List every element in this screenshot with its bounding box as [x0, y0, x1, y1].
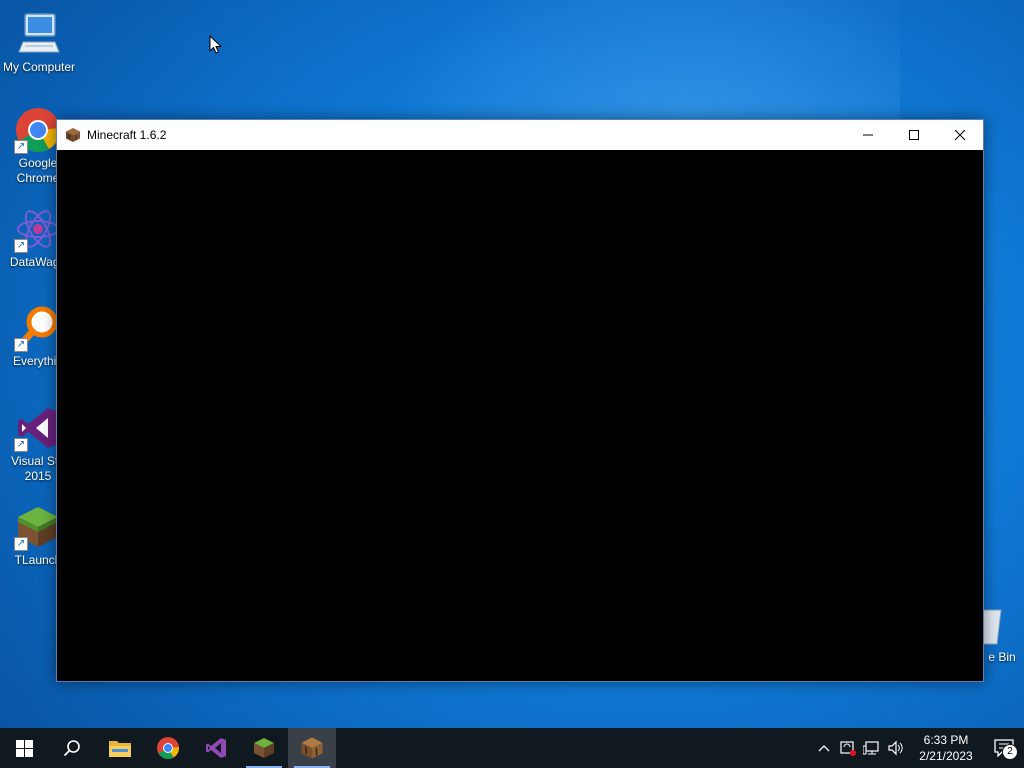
system-tray: 6:33 PM 2/21/2023 2	[812, 728, 1024, 768]
minecraft-window[interactable]: Minecraft 1.6.2	[56, 119, 984, 682]
shortcut-arrow-icon: ↗	[14, 239, 28, 253]
maximize-icon	[909, 130, 919, 140]
chrome-icon: ↗	[14, 106, 62, 154]
visual-studio-icon	[206, 738, 226, 758]
everything-search-icon: ↗	[14, 304, 62, 352]
taskbar-visual-studio[interactable]	[192, 728, 240, 768]
tray-volume-button[interactable]	[884, 728, 908, 768]
desktop-icon-label: My Computer	[2, 60, 76, 74]
minimize-icon	[863, 134, 873, 136]
network-icon	[863, 741, 879, 755]
grass-block-icon	[254, 738, 274, 758]
windows-logo-icon	[15, 739, 33, 757]
tlauncher-icon: ↗	[14, 503, 62, 551]
taskbar: 6:33 PM 2/21/2023 2	[0, 728, 1024, 768]
shortcut-arrow-icon: ↗	[14, 338, 28, 352]
shortcut-arrow-icon: ↗	[14, 438, 28, 452]
speaker-icon	[888, 740, 903, 756]
visual-studio-icon: ↗	[14, 404, 62, 452]
minimize-button[interactable]	[845, 120, 891, 150]
show-hidden-icons-button[interactable]	[812, 728, 836, 768]
tray-network-button[interactable]	[860, 728, 884, 768]
computer-icon	[15, 10, 63, 58]
window-titlebar[interactable]: Minecraft 1.6.2	[57, 120, 983, 150]
clock-time: 6:33 PM	[923, 733, 969, 747]
maximize-button[interactable]	[891, 120, 937, 150]
window-title: Minecraft 1.6.2	[87, 128, 167, 142]
crafting-table-icon	[65, 127, 81, 143]
taskbar-tlauncher[interactable]	[240, 728, 288, 768]
chevron-up-icon	[818, 745, 830, 752]
clock-date: 2/21/2023	[919, 749, 973, 763]
game-viewport[interactable]	[57, 150, 983, 681]
desktop-icon-my-computer[interactable]: My Computer	[0, 10, 78, 75]
start-button[interactable]	[0, 728, 48, 768]
clock[interactable]: 6:33 PM 2/21/2023	[908, 732, 984, 764]
taskbar-file-explorer[interactable]	[96, 728, 144, 768]
taskbar-chrome[interactable]	[144, 728, 192, 768]
chrome-icon	[157, 737, 179, 759]
search-icon	[63, 740, 80, 757]
sync-alert-icon	[840, 741, 856, 756]
close-icon	[955, 130, 965, 140]
window-controls	[845, 120, 983, 150]
action-center-button[interactable]: 2	[984, 728, 1024, 768]
search-button[interactable]	[48, 728, 96, 768]
folder-icon	[109, 741, 131, 757]
mouse-cursor-icon	[209, 35, 223, 54]
taskbar-minecraft[interactable]	[288, 728, 336, 768]
shortcut-arrow-icon: ↗	[14, 140, 28, 154]
notification-badge: 2	[1002, 744, 1018, 760]
crafting-table-icon	[301, 737, 323, 759]
tray-update-icon-button[interactable]	[836, 728, 860, 768]
shortcut-arrow-icon: ↗	[14, 537, 28, 551]
close-button[interactable]	[937, 120, 983, 150]
datawago-icon: ↗	[14, 205, 62, 253]
